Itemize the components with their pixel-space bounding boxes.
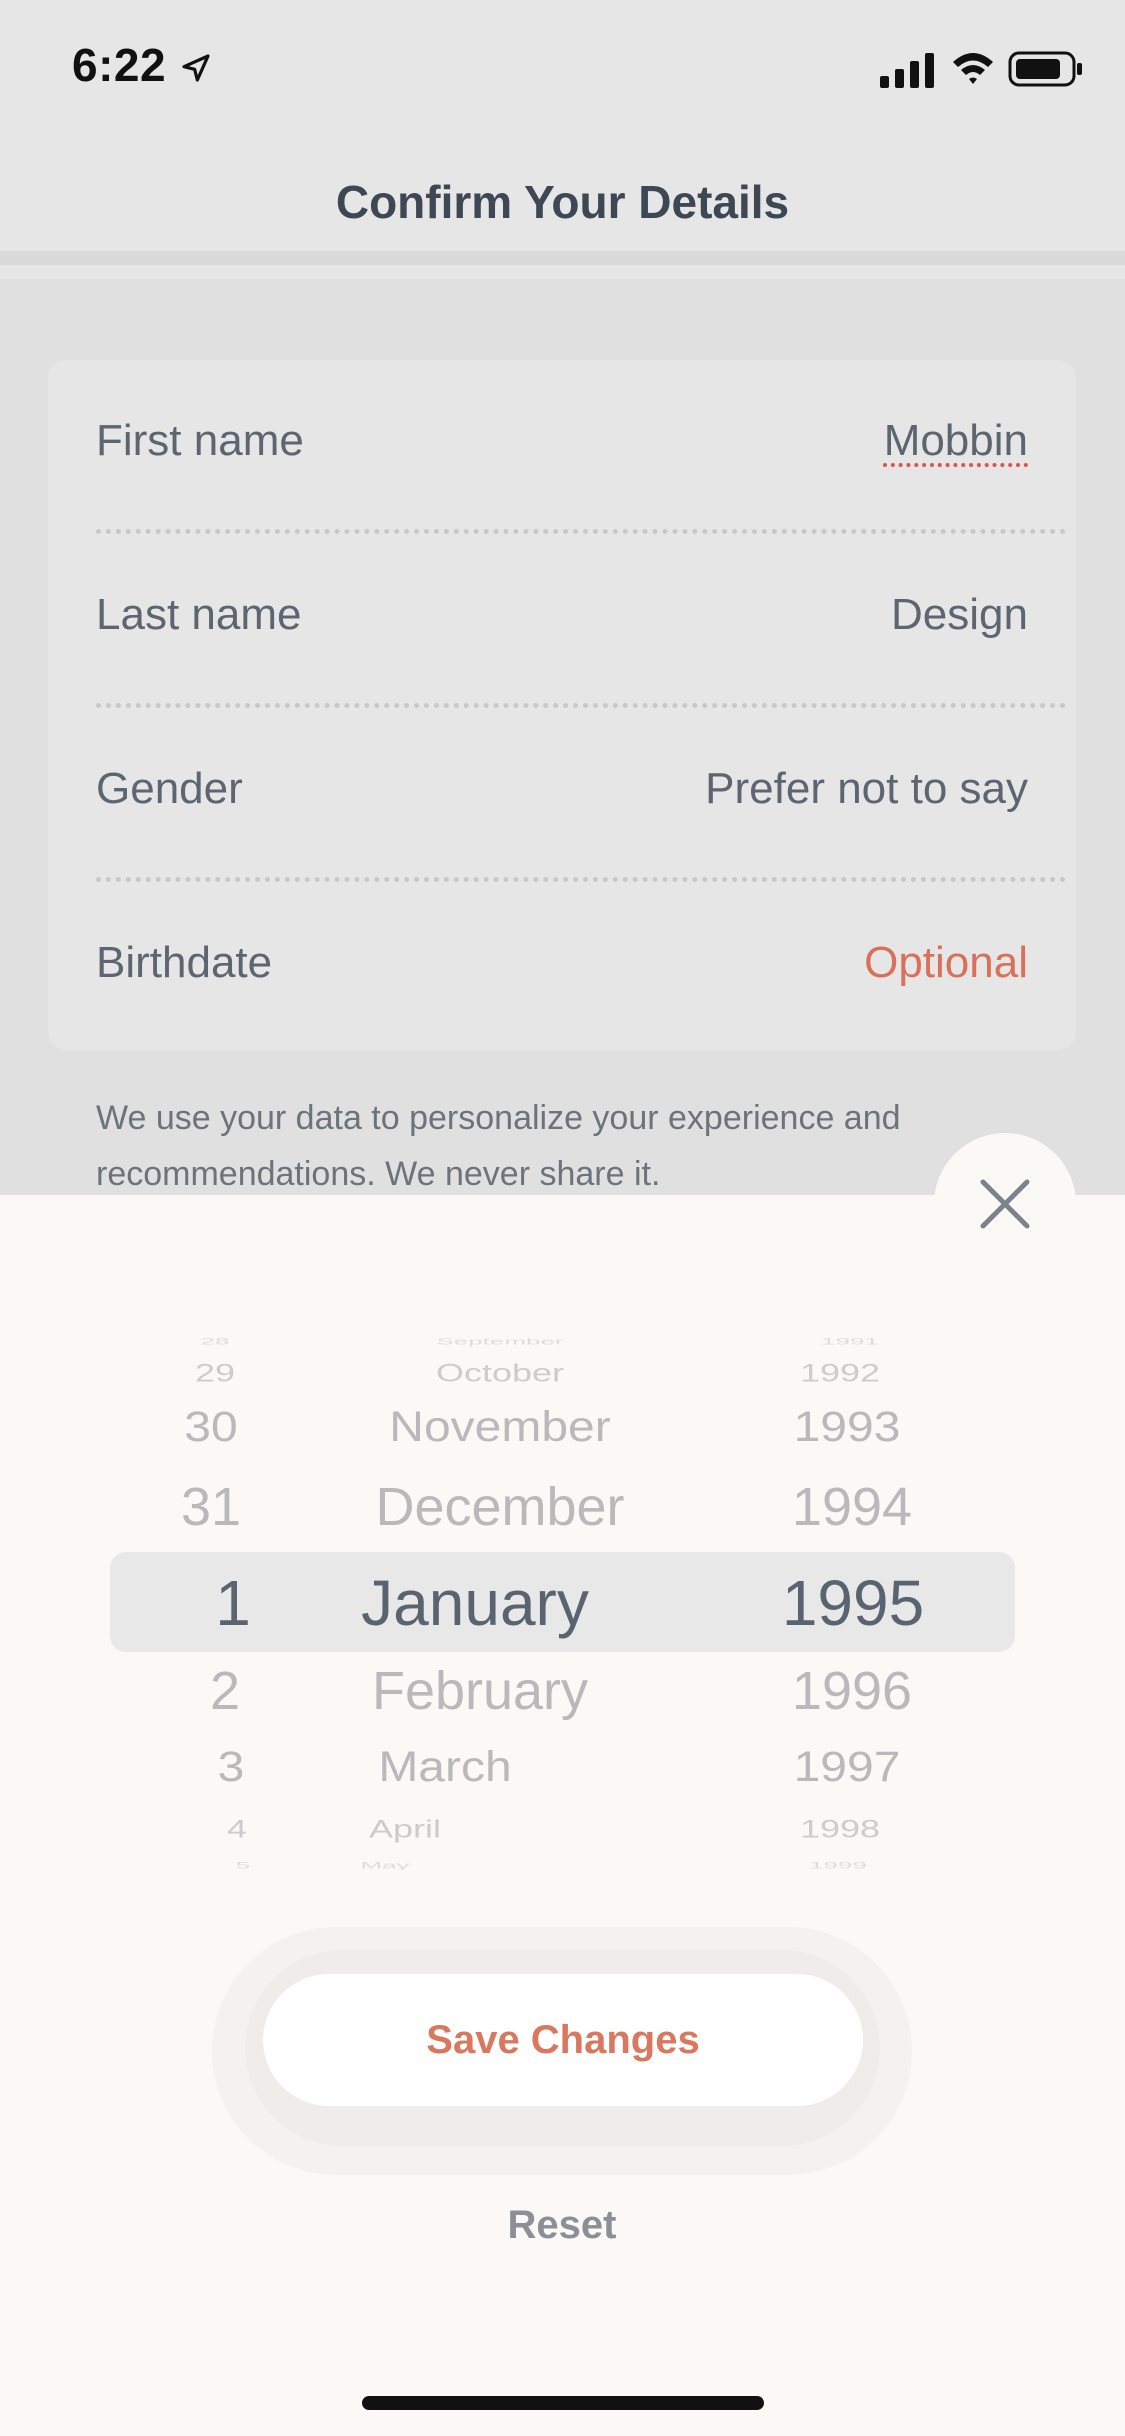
picker-month-item[interactable]: September bbox=[340, 1336, 660, 1347]
picker-day-selected[interactable]: 1 bbox=[168, 1566, 298, 1640]
picker-day-item[interactable]: 2 bbox=[160, 1660, 290, 1722]
gender-value[interactable]: Prefer not to say bbox=[705, 764, 1028, 814]
last-name-row[interactable]: Last name Design bbox=[48, 534, 1076, 708]
gender-row[interactable]: Gender Prefer not to say bbox=[48, 708, 1076, 882]
gender-label: Gender bbox=[96, 764, 243, 813]
picker-year-item[interactable]: 1993 bbox=[757, 1403, 937, 1451]
nav-header: Confirm Your Details bbox=[0, 135, 1125, 265]
picker-year-item[interactable]: 1992 bbox=[750, 1358, 930, 1387]
close-button[interactable] bbox=[934, 1133, 1076, 1275]
last-name-value[interactable]: Design bbox=[891, 590, 1028, 640]
location-arrow-icon bbox=[182, 54, 210, 82]
first-name-value[interactable]: Mobbin bbox=[884, 416, 1028, 466]
picker-day-item[interactable]: 3 bbox=[166, 1743, 296, 1791]
picker-month-item[interactable]: February bbox=[320, 1660, 640, 1722]
picker-month-item[interactable]: December bbox=[340, 1476, 660, 1538]
wifi-icon bbox=[953, 53, 993, 84]
picker-day-item[interactable]: 29 bbox=[150, 1358, 280, 1387]
home-indicator bbox=[362, 2396, 764, 2410]
privacy-note: We use your data to personalize your exp… bbox=[96, 1099, 901, 1193]
battery-icon bbox=[1008, 51, 1082, 87]
date-wheel-picker[interactable]: 28 29 30 31 1 2 3 4 5 September October … bbox=[0, 1330, 1125, 1870]
save-changes-button[interactable]: Save Changes bbox=[263, 1974, 863, 2106]
picker-month-item[interactable]: May bbox=[225, 1860, 545, 1870]
details-card: First name Mobbin Last name Design Gende… bbox=[48, 360, 1076, 1050]
picker-month-item[interactable]: November bbox=[340, 1403, 660, 1451]
last-name-label: Last name bbox=[96, 590, 302, 639]
status-bar: 6:22 bbox=[0, 0, 1125, 135]
picker-day-item[interactable]: 30 bbox=[146, 1403, 276, 1451]
birthdate-value[interactable]: Optional bbox=[864, 938, 1028, 988]
picker-year-item[interactable]: 1999 bbox=[748, 1860, 928, 1870]
picker-day-item[interactable]: 28 bbox=[150, 1336, 280, 1347]
first-name-row[interactable]: First name Mobbin bbox=[48, 360, 1076, 534]
picker-year-selected[interactable]: 1995 bbox=[763, 1566, 943, 1640]
picker-year-item[interactable]: 1991 bbox=[760, 1336, 940, 1347]
reset-button[interactable]: Reset bbox=[462, 2195, 662, 2255]
picker-month-selected[interactable]: January bbox=[315, 1566, 635, 1640]
status-time: 6:22 bbox=[72, 39, 167, 91]
picker-month-item[interactable]: March bbox=[285, 1743, 605, 1791]
first-name-label: First name bbox=[96, 416, 304, 465]
close-icon bbox=[980, 1179, 1030, 1229]
cellular-signal-icon bbox=[880, 53, 934, 88]
birthdate-label: Birthdate bbox=[96, 938, 273, 987]
picker-year-item[interactable]: 1996 bbox=[762, 1660, 942, 1722]
picker-day-item[interactable]: 31 bbox=[146, 1476, 276, 1538]
picker-month-item[interactable]: April bbox=[245, 1814, 565, 1843]
picker-month-item[interactable]: October bbox=[340, 1358, 660, 1387]
picker-year-item[interactable]: 1998 bbox=[750, 1814, 930, 1843]
picker-year-item[interactable]: 1997 bbox=[757, 1743, 937, 1791]
birthdate-row[interactable]: Birthdate Optional bbox=[48, 882, 1076, 1056]
picker-year-item[interactable]: 1994 bbox=[762, 1476, 942, 1538]
page-title: Confirm Your Details bbox=[335, 176, 790, 228]
